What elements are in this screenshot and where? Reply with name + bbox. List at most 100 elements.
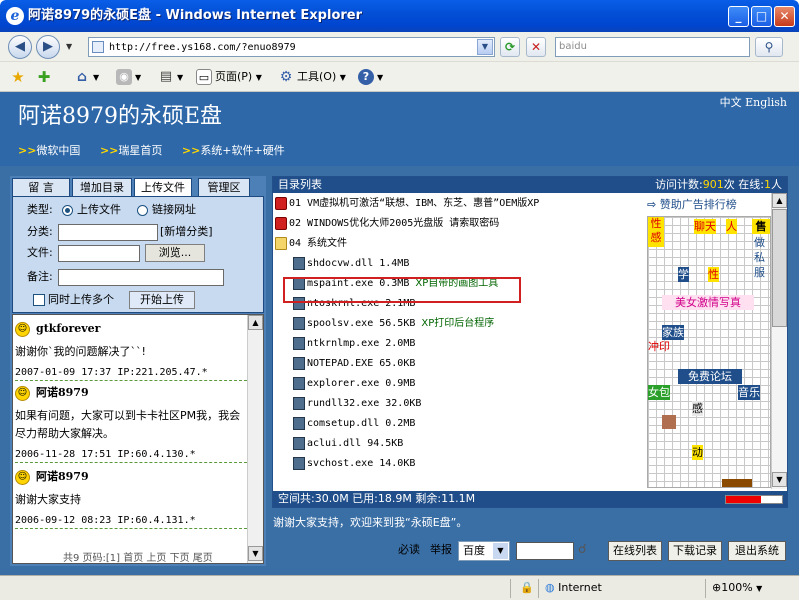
link-microsoft[interactable]: >>微软中国: [18, 144, 88, 157]
scroll-up-icon[interactable]: ▲: [772, 193, 787, 208]
ad-item[interactable]: 售: [752, 219, 770, 234]
start-upload-button[interactable]: 开始上传: [129, 291, 195, 309]
ad-item[interactable]: 动: [692, 445, 703, 460]
file-row[interactable]: 04 系统文件: [275, 235, 347, 253]
tab-add-folder[interactable]: 增加目录: [72, 178, 132, 197]
search-go-icon[interactable]: ☌: [578, 541, 587, 561]
link-system[interactable]: >>系统+软件+硬件: [182, 144, 293, 157]
print-icon[interactable]: ▤ ▼: [158, 69, 183, 86]
file-icon: [293, 376, 305, 390]
must-read-link[interactable]: 必读: [398, 541, 420, 561]
address-bar: ◀ ▶ ▼ http://free.ys168.com/?enuo8979 ▼ …: [0, 32, 799, 62]
address-input[interactable]: http://free.ys168.com/?enuo8979 ▼: [88, 37, 495, 57]
ad-item[interactable]: 做: [754, 235, 765, 250]
message-pager[interactable]: 共9 页码:[1] 首页 上页 下页 尾页: [63, 553, 213, 563]
link-rising[interactable]: >>瑞星首页: [100, 144, 170, 157]
file-row[interactable]: ntkrnlmp.exe 2.0MB: [293, 335, 415, 353]
tab-upload[interactable]: 上传文件: [134, 178, 192, 197]
note-input[interactable]: [58, 269, 224, 286]
search-keyword-input[interactable]: [516, 542, 574, 560]
ad-item[interactable]: 人: [726, 219, 737, 234]
ad-item[interactable]: 性: [708, 267, 719, 282]
scroll-down-icon[interactable]: ▼: [248, 546, 263, 561]
maximize-button[interactable]: □: [751, 6, 772, 27]
file-row[interactable]: aclui.dll 94.5KB: [293, 435, 403, 453]
file-row[interactable]: NOTEPAD.EXE 65.0KB: [293, 355, 415, 373]
address-url: http://free.ys168.com/?enuo8979: [109, 42, 296, 53]
ad-item[interactable]: 学: [678, 267, 689, 282]
ad-item[interactable]: 聊天: [694, 219, 716, 234]
file-row[interactable]: shdocvw.dll 1.4MB: [293, 255, 409, 273]
report-link[interactable]: 举报: [430, 541, 452, 561]
ad-item[interactable]: 服: [754, 265, 765, 280]
ad-item[interactable]: 免费论坛: [678, 369, 742, 384]
forward-button[interactable]: ▶: [36, 35, 60, 59]
feeds-icon[interactable]: ◉ ▼: [116, 69, 141, 86]
refresh-icon[interactable]: ⟳: [500, 37, 520, 57]
ad-item[interactable]: 家族: [662, 325, 684, 340]
category-label: 分类:: [27, 225, 53, 238]
file-panel-scrollbar[interactable]: ▲ ▼: [771, 193, 787, 489]
file-row[interactable]: explorer.exe 0.9MB: [293, 375, 415, 393]
ad-item[interactable]: 音乐: [738, 385, 760, 400]
message-scrollbar[interactable]: ▲ ▼: [247, 315, 263, 563]
download-log-button[interactable]: 下载记录: [668, 541, 722, 561]
browse-button[interactable]: 浏览...: [145, 244, 205, 262]
ad-banner-icon[interactable]: [722, 479, 752, 487]
scroll-thumb[interactable]: [772, 209, 787, 327]
ad-panel: ⇨ 赞助广告排行榜 性感 聊天 人 售 做 私 服 学 性 美女激情写真 家族 …: [647, 197, 771, 491]
lock-icon: [275, 216, 287, 230]
search-input[interactable]: baidu: [555, 37, 750, 57]
stop-icon[interactable]: ✕: [526, 37, 546, 57]
ad-item[interactable]: 私: [754, 250, 765, 265]
history-dropdown-icon[interactable]: ▼: [66, 42, 72, 51]
file-row[interactable]: spoolsv.exe 56.5KB XP打印后台程序: [293, 315, 494, 333]
file-icon: [293, 456, 305, 470]
radio-link-url[interactable]: [137, 205, 148, 216]
back-button[interactable]: ◀: [8, 35, 32, 59]
file-name: comsetup.dll 0.2MB: [307, 418, 416, 429]
file-row[interactable]: comsetup.dll 0.2MB: [293, 415, 415, 433]
scroll-down-icon[interactable]: ▼: [772, 472, 787, 487]
file-row[interactable]: 01 VM虚拟机可激活“联想、IBM、东芝、惠普”OEM版XP: [275, 195, 539, 213]
minimize-button[interactable]: _: [728, 6, 749, 27]
ad-item[interactable]: 性感: [648, 217, 664, 247]
ad-item[interactable]: 美女激情写真: [662, 295, 754, 310]
file-row[interactable]: 02 WINDOWS优化大师2005光盘版 请索取密码: [275, 215, 499, 233]
close-window-button[interactable]: ✕: [774, 6, 795, 27]
favorites-star-icon[interactable]: ★: [10, 69, 29, 85]
file-name: rundll32.exe 32.0KB: [307, 398, 422, 409]
page-content: 阿诺8979的永硕E盘 中文 English >>微软中国 >>瑞星首页 >>系…: [0, 92, 799, 575]
radio-upload-file[interactable]: [62, 205, 73, 216]
multi-upload-checkbox[interactable]: [33, 294, 45, 306]
zoom-level[interactable]: ⊕100% ▼: [712, 581, 762, 596]
logout-button[interactable]: 退出系统: [728, 541, 786, 561]
file-input[interactable]: [58, 245, 140, 262]
message-meta: 2006-09-12 08:23 IP:60.4.131.*: [15, 514, 247, 529]
help-menu[interactable]: ? ▼: [358, 69, 383, 86]
ad-item[interactable]: 女包: [648, 385, 670, 400]
search-engine-select[interactable]: 百度 ▼: [458, 541, 510, 561]
ad-thumbnail-icon[interactable]: [662, 415, 676, 429]
file-row[interactable]: rundll32.exe 32.0KB: [293, 395, 421, 413]
ad-title[interactable]: ⇨ 赞助广告排行榜: [647, 197, 771, 213]
tab-admin[interactable]: 管理区: [198, 178, 250, 197]
new-category-link[interactable]: [新增分类]: [160, 225, 213, 239]
address-dropdown-icon[interactable]: ▼: [477, 39, 493, 55]
ad-item[interactable]: 感: [692, 401, 703, 416]
tab-messages[interactable]: 留 言: [12, 178, 70, 197]
ad-item[interactable]: 冲印: [648, 339, 670, 354]
add-favorite-icon[interactable]: ✚: [36, 69, 55, 85]
scroll-up-icon[interactable]: ▲: [248, 315, 263, 330]
file-row[interactable]: svchost.exe 14.0KB: [293, 455, 415, 473]
tools-menu[interactable]: ⚙ 工具(O) ▼: [278, 69, 346, 86]
search-icon[interactable]: ⚲: [755, 37, 783, 57]
smiley-icon: ☺: [15, 385, 30, 401]
language-links[interactable]: 中文 English: [720, 96, 787, 110]
page-menu[interactable]: ▭ 页面(P) ▼: [196, 69, 262, 86]
online-list-button[interactable]: 在线列表: [608, 541, 662, 561]
file-panel: 目录列表 访问计数:901次 在线:1人 01 VM虚拟机可激活“联想、IBM、…: [272, 176, 788, 508]
home-icon[interactable]: ⌂ ▼: [74, 69, 99, 86]
message-board: ☺ gtkforever 谢谢你`我的问题解决了``! 2007-01-09 17…: [12, 314, 264, 564]
category-input[interactable]: [58, 224, 158, 241]
